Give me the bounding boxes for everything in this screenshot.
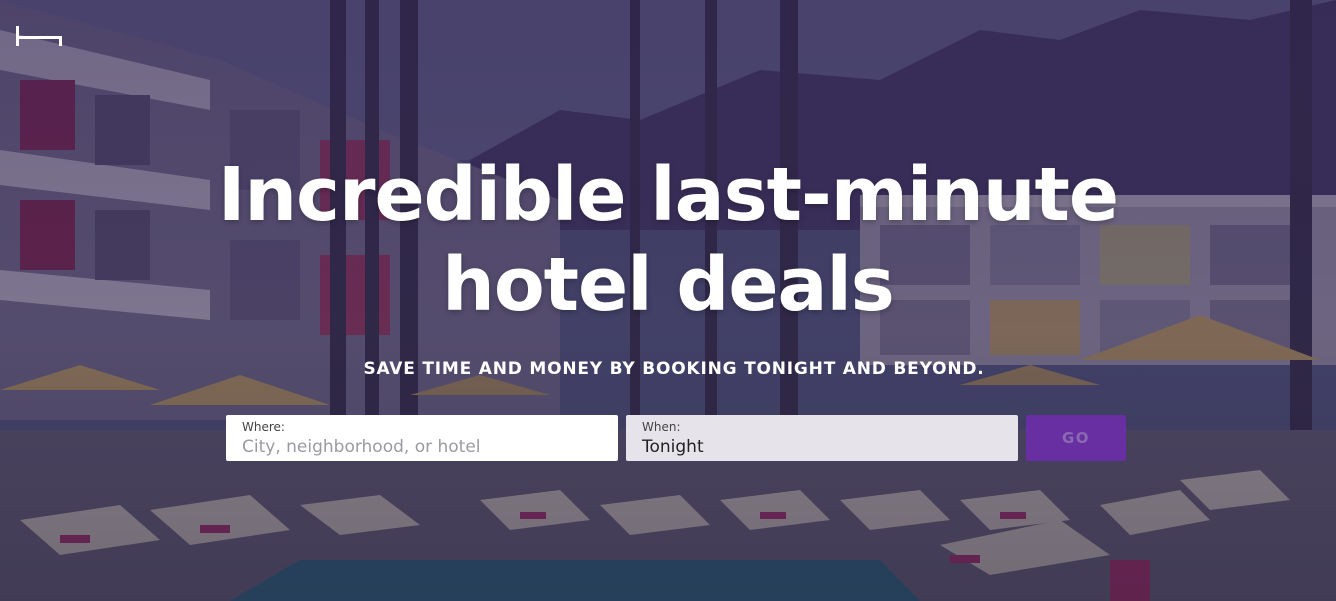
hero-headline: Incredible last-minute hotel deals xyxy=(0,150,1336,330)
when-field[interactable]: When: Tonight xyxy=(626,415,1018,461)
where-field[interactable]: Where: xyxy=(226,415,618,461)
search-form: Where: When: Tonight GO xyxy=(226,415,1126,461)
bed-icon xyxy=(16,26,62,46)
where-input[interactable] xyxy=(242,436,602,458)
hero-headline-line1: Incredible last-minute xyxy=(217,152,1119,238)
go-button[interactable]: GO xyxy=(1026,415,1126,461)
hero-tagline: SAVE TIME AND MONEY BY BOOKING TONIGHT A… xyxy=(363,359,985,379)
when-value: Tonight xyxy=(642,437,704,457)
hero-headline-line2: hotel deals xyxy=(442,242,895,328)
home-logo-link[interactable] xyxy=(16,26,64,48)
where-label: Where: xyxy=(242,420,285,434)
when-label: When: xyxy=(642,420,681,434)
